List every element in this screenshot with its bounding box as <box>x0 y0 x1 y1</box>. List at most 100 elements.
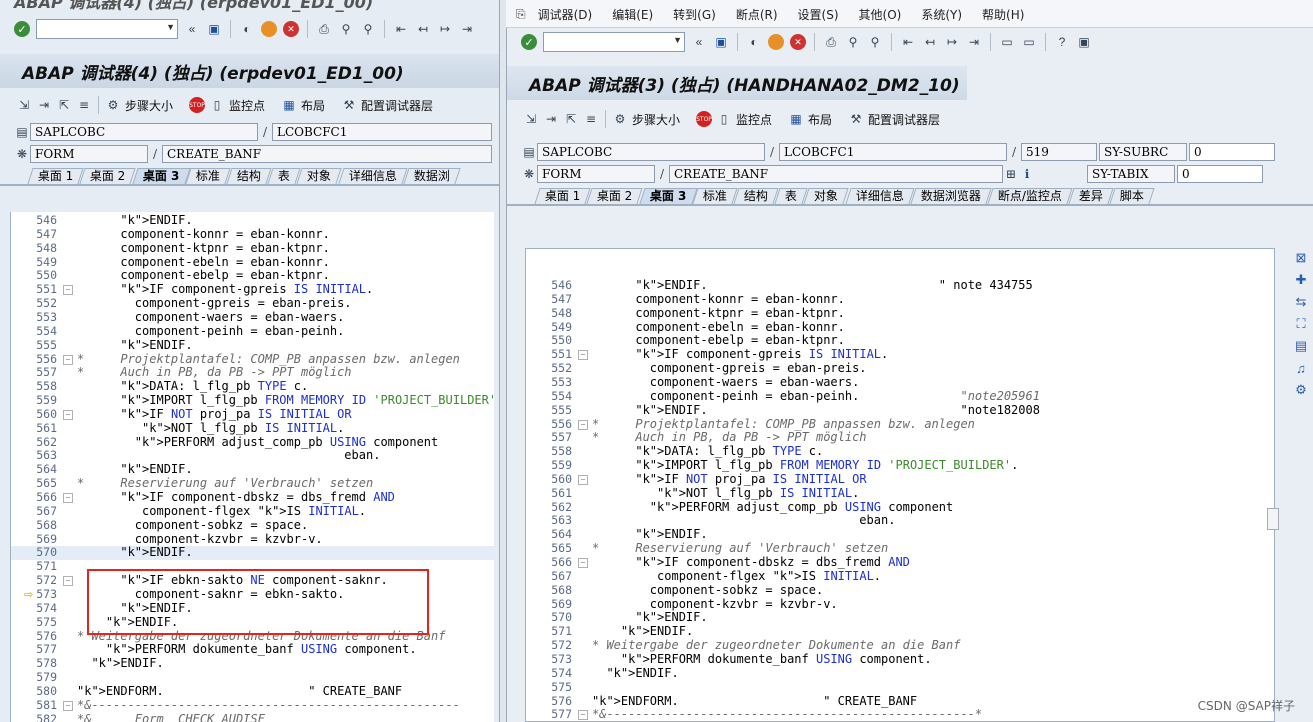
exit-icon[interactable] <box>768 34 784 50</box>
stop-icon[interactable]: STOP <box>696 111 713 127</box>
code-line[interactable]: 560− "k">IF NOT proj_pa IS INITIAL OR <box>11 407 494 422</box>
step-size-button[interactable]: 步骤大小 <box>125 97 173 114</box>
code-line[interactable]: 551− "k">IF component-gpreis IS INITIAL. <box>526 347 1274 362</box>
code-line[interactable]: 549 component-ebeln = eban-konnr. <box>11 255 494 270</box>
code-line[interactable]: 569 component-kzvbr = kzvbr-v. <box>526 597 1274 612</box>
code-line[interactable]: 562 "k">PERFORM adjust_comp_pb USING com… <box>11 435 494 450</box>
code-line[interactable]: 562 "k">PERFORM adjust_comp_pb USING com… <box>526 500 1274 515</box>
code-line[interactable]: 558 "k">DATA: l_flg_pb TYPE c. <box>11 379 494 394</box>
fold-toggle-icon[interactable]: − <box>578 474 588 485</box>
code-line[interactable]: 575 <box>526 680 1274 695</box>
print-icon[interactable]: ⎙ <box>316 21 332 37</box>
code-line[interactable]: 561 "k">NOT l_flg_pb IS INITIAL. <box>11 421 494 436</box>
code-line[interactable]: 570 "k">ENDIF. <box>526 610 1274 625</box>
code-line[interactable]: 546 "k">ENDIF. <box>11 213 494 228</box>
tab-9[interactable]: 断点/监控点 <box>986 188 1073 204</box>
close-panel-icon[interactable]: ⊠ <box>1293 250 1309 266</box>
code-line[interactable]: 551− "k">IF component-gpreis IS INITIAL. <box>11 282 494 297</box>
last-page-icon[interactable]: ⇥ <box>459 21 475 37</box>
cancel-icon[interactable]: ✕ <box>283 21 299 37</box>
code-line[interactable]: 552 component-gpreis = eban-preis. <box>11 296 494 311</box>
stop-icon[interactable]: STOP <box>189 97 206 113</box>
save-icon[interactable]: ▣ <box>206 21 222 37</box>
code-line[interactable]: 559 "k">IMPORT l_flg_pb FROM MEMORY ID '… <box>11 393 494 408</box>
headphones-icon[interactable]: ♫ <box>1293 360 1309 376</box>
code-line[interactable]: 554 component-peinh = eban-peinh. <box>11 324 494 339</box>
tab-6[interactable]: 对象 <box>296 168 343 184</box>
prev-page-icon[interactable]: ↤ <box>922 34 938 50</box>
code-line[interactable]: 580 "k">ENDFORM. " CREATE_BANF <box>11 684 494 699</box>
code-line[interactable]: 577 "k">PERFORM dokumente_banf USING com… <box>11 642 494 657</box>
tab-4[interactable]: 结构 <box>733 188 780 204</box>
fold-toggle-icon[interactable]: − <box>63 700 73 711</box>
menu-item-7[interactable]: 帮助(H) <box>982 6 1024 23</box>
return-icon[interactable]: ⇱ <box>56 97 72 113</box>
code-line[interactable]: 550 component-ebelp = eban-ktpnr. <box>526 334 1274 348</box>
tab-7[interactable]: 详细信息 <box>844 188 915 204</box>
menu-item-6[interactable]: 系统(Y) <box>921 6 962 23</box>
code-line[interactable]: 558 "k">DATA: l_flg_pb TYPE c. <box>526 444 1274 459</box>
fold-toggle-icon[interactable]: − <box>578 710 588 721</box>
code-line[interactable]: 557 * Auch in PB, da PB -> PPT möglich <box>526 430 1274 445</box>
tab-2[interactable]: 桌面 3 <box>132 168 191 184</box>
code-line[interactable]: 552 component-gpreis = eban-preis. <box>526 361 1274 376</box>
layout-icon[interactable]: ▦ <box>788 111 804 127</box>
tab-3[interactable]: 标准 <box>185 168 232 184</box>
find-next-icon[interactable]: ⚲ <box>360 21 376 37</box>
return-icon[interactable]: ⇱ <box>563 111 579 127</box>
tab-7[interactable]: 详细信息 <box>337 168 408 184</box>
find-icon[interactable]: ⚲ <box>845 34 861 50</box>
single-step-icon[interactable]: ⇲ <box>523 111 539 127</box>
code-line[interactable]: 549 component-ebeln = eban-konnr. <box>526 320 1274 335</box>
cancel-icon[interactable]: ✕ <box>790 34 806 50</box>
source-code-view-2[interactable]: 546 "k">ENDIF. " note 434755 547 componen… <box>525 248 1275 722</box>
code-line[interactable]: 567 component-flgex "k">IS INITIAL. <box>526 569 1274 584</box>
config-layer-icon[interactable]: ⚒ <box>848 111 864 127</box>
code-line[interactable]: 555 "k">ENDIF. "note182008 <box>526 403 1274 418</box>
code-line[interactable]: 563 eban. <box>526 514 1274 528</box>
tab-0[interactable]: 桌面 1 <box>27 168 85 184</box>
step-size-icon[interactable]: ⚙ <box>612 111 628 127</box>
info-icon[interactable]: ℹ <box>1019 166 1035 182</box>
code-line[interactable]: 570 "k">ENDIF. <box>11 545 494 561</box>
watchpoint-button[interactable]: 监控点 <box>229 97 265 114</box>
step-size-button[interactable]: 步骤大小 <box>632 111 680 128</box>
enter-icon[interactable]: ✓ <box>14 21 30 37</box>
next-page-icon[interactable]: ↦ <box>437 21 453 37</box>
code-line[interactable]: 553 component-waers = eban-waers. <box>526 375 1274 390</box>
code-line[interactable]: 568 component-sobkz = space. <box>526 583 1274 598</box>
fold-toggle-icon[interactable]: − <box>63 493 73 503</box>
first-page-icon[interactable]: ⇤ <box>393 21 409 37</box>
tab-3[interactable]: 标准 <box>692 188 739 204</box>
execute-icon[interactable]: ⇥ <box>543 111 559 127</box>
code-line[interactable]: 559 "k">IMPORT l_flg_pb FROM MEMORY ID '… <box>526 458 1274 473</box>
code-line[interactable]: 579 <box>11 670 494 685</box>
code-line[interactable]: 577− *&----------------------------------… <box>526 707 1274 721</box>
code-line[interactable]: 565 * Reservierung auf 'Verbrauch' setzen <box>11 476 494 491</box>
menu-item-4[interactable]: 设置(S) <box>798 6 839 23</box>
code-line[interactable]: 565 * Reservierung auf 'Verbrauch' setzen <box>526 541 1274 556</box>
fold-toggle-icon[interactable]: − <box>63 576 73 587</box>
tab-6[interactable]: 对象 <box>803 188 850 204</box>
tab-8[interactable]: 数据浏 <box>402 168 461 184</box>
config-layer-button[interactable]: 配置调试器层 <box>868 111 940 128</box>
code-line[interactable]: 568 component-sobkz = space. <box>11 518 494 533</box>
tab-4[interactable]: 结构 <box>226 168 273 184</box>
code-line[interactable]: 582 *& Form CHECK_AUDISF <box>11 712 494 722</box>
menu-item-5[interactable]: 其他(O) <box>859 6 902 23</box>
scrollbar-thumb[interactable] <box>1267 508 1279 530</box>
tab-1[interactable]: 桌面 2 <box>79 168 137 184</box>
code-line[interactable]: 561 "k">NOT l_flg_pb IS INITIAL. <box>526 486 1274 501</box>
code-line[interactable]: 578 "k">ENDIF. <box>11 656 494 671</box>
back-icon[interactable]: ◐ <box>239 21 255 37</box>
watchpoint-icon[interactable]: ▯ <box>209 97 225 113</box>
layout-button[interactable]: 布局 <box>301 97 325 114</box>
command-field[interactable]: ▼ <box>36 19 178 39</box>
code-line[interactable]: 564 "k">ENDIF. <box>526 527 1274 542</box>
code-line[interactable]: 550 component-ebelp = eban-ktpnr. <box>11 269 494 283</box>
watchpoint-icon[interactable]: ▯ <box>716 111 732 127</box>
code-line[interactable]: 572 * Weitergabe der zugeordneter Dokumen… <box>526 638 1274 653</box>
fold-toggle-icon[interactable]: − <box>578 558 588 568</box>
help-icon[interactable]: ? <box>1054 34 1070 50</box>
code-line[interactable]: 547 component-konnr = eban-konnr. <box>526 292 1274 307</box>
